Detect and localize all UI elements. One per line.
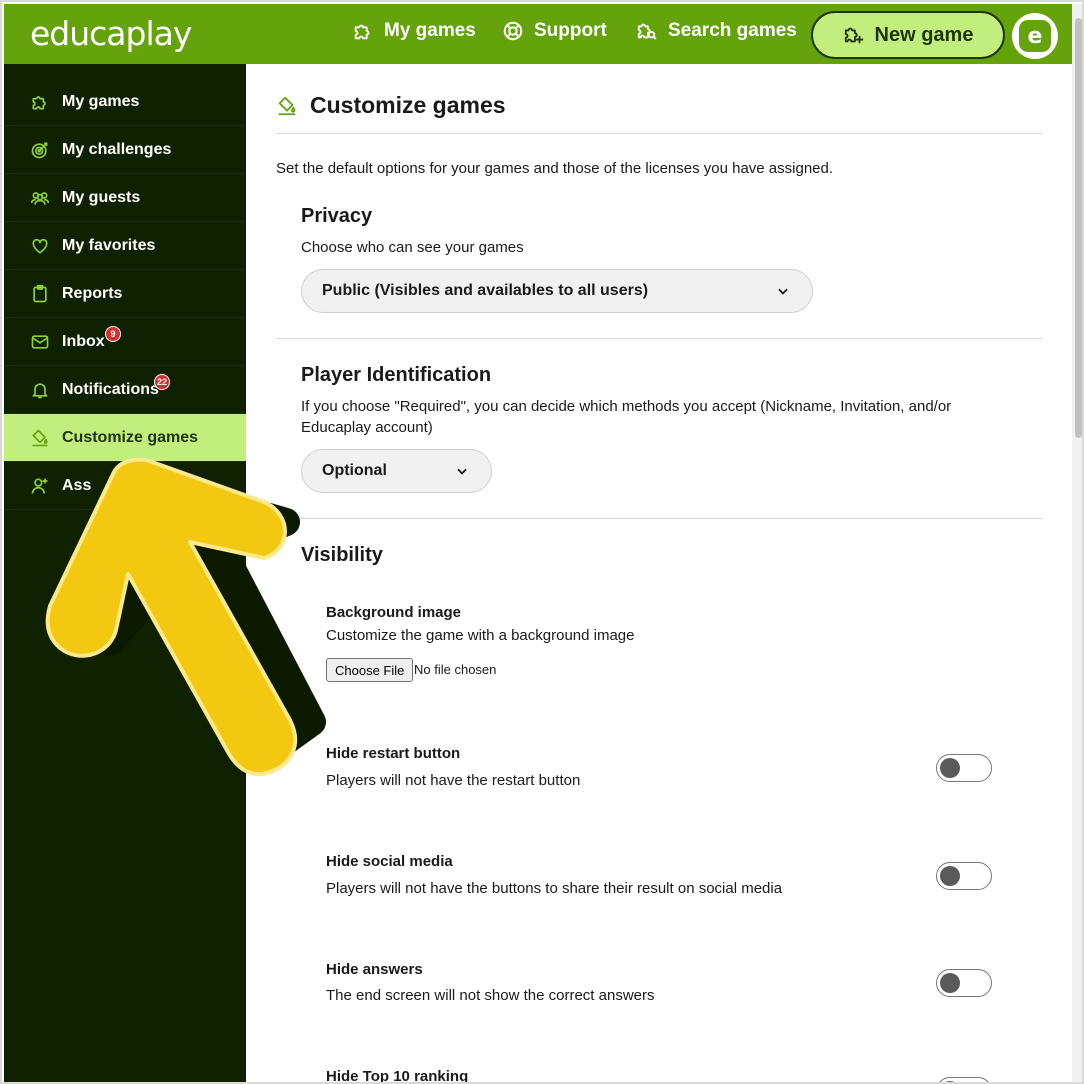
clipboard-icon xyxy=(33,284,47,302)
scrollbar-thumb[interactable] xyxy=(1075,18,1082,438)
toggle-knob xyxy=(940,758,960,778)
sidebar-item-label: Notifications xyxy=(62,380,159,398)
search-puzzle-icon xyxy=(637,23,657,40)
sidebar-item-customize-games[interactable]: Customize games xyxy=(4,414,246,462)
sidebar-item-label: My guests xyxy=(62,188,141,206)
nav-search-games-label: Search games xyxy=(668,20,797,41)
sidebar: My games My challenges My guests My favo… xyxy=(4,64,246,1082)
sidebar-item-my-guests[interactable]: My guests xyxy=(4,174,246,222)
player-identification-heading: Player Identification xyxy=(301,364,492,386)
sidebar-item-assign[interactable]: Ass xyxy=(4,462,246,510)
visibility-heading: Visibility xyxy=(301,544,383,566)
new-game-label: New game xyxy=(874,23,974,46)
mail-icon xyxy=(31,334,49,349)
paint-bucket-icon xyxy=(32,429,48,446)
notifications-badge: 22 xyxy=(154,374,170,390)
player-identification-description-line2: Educaplay account) xyxy=(301,419,433,436)
sidebar-item-label: My challenges xyxy=(62,140,172,158)
privacy-heading: Privacy xyxy=(301,205,373,227)
player-identification-description-line1: If you choose "Required", you can decide… xyxy=(301,398,952,415)
page-title-text: Customize games xyxy=(310,92,506,118)
background-image-description: Customize the game with a background ima… xyxy=(326,627,635,644)
hide-answers-description: The end screen will not show the correct… xyxy=(326,987,655,1004)
hide-restart-title: Hide restart button xyxy=(326,745,461,762)
page-title: Customize games xyxy=(276,92,506,119)
intro-text: Set the default options for your games a… xyxy=(276,160,834,177)
file-status-text: No file chosen xyxy=(414,662,497,677)
chevron-down-icon xyxy=(778,288,788,295)
sidebar-item-label: Reports xyxy=(62,284,123,302)
puzzle-icon xyxy=(354,24,370,40)
sidebar-item-notifications[interactable]: Notifications 22 xyxy=(4,366,246,414)
main-content: Customize games Set the default options … xyxy=(246,64,1072,1084)
bell-icon xyxy=(32,382,48,398)
new-game-button[interactable]: New game xyxy=(811,11,1005,59)
sidebar-item-my-challenges[interactable]: My challenges xyxy=(4,126,246,174)
sidebar-item-my-games[interactable]: My games xyxy=(4,78,246,126)
sidebar-item-label: Inbox xyxy=(62,332,105,350)
sidebar-item-label: My games xyxy=(62,92,140,110)
nav-my-games-label: My games xyxy=(384,20,476,41)
hide-social-media-title: Hide social media xyxy=(326,853,453,870)
paint-bucket-icon xyxy=(278,96,296,115)
background-image-title: Background image xyxy=(326,604,462,621)
add-puzzle-icon xyxy=(844,27,863,44)
hide-answers-title: Hide answers xyxy=(326,961,423,978)
nav-my-games[interactable]: My games xyxy=(352,20,476,42)
hide-top10-toggle[interactable] xyxy=(936,1077,992,1082)
add-user-icon xyxy=(31,478,48,494)
puzzle-icon xyxy=(32,95,46,109)
hide-top10-title: Hide Top 10 ranking xyxy=(326,1068,469,1084)
app-window: educaplay My games Support Search games … xyxy=(0,0,1084,1084)
hide-social-media-toggle[interactable] xyxy=(936,862,992,890)
sidebar-item-reports[interactable]: Reports xyxy=(4,270,246,318)
privacy-select[interactable]: Public (Visibles and availables to all u… xyxy=(301,269,813,313)
nav-search-games[interactable]: Search games xyxy=(636,20,797,42)
privacy-select-value: Public (Visibles and availables to all u… xyxy=(322,282,649,299)
player-identification-select-value: Optional xyxy=(322,462,387,479)
sidebar-item-label: Ass xyxy=(62,476,92,494)
inbox-badge: 9 xyxy=(105,326,121,342)
educaplay-logo[interactable]: educaplay xyxy=(30,14,192,53)
divider xyxy=(276,133,1042,134)
privacy-description: Choose who can see your games xyxy=(301,239,524,256)
divider xyxy=(276,518,1042,519)
top-navbar: educaplay My games Support Search games … xyxy=(4,4,1072,64)
avatar-letter: e xyxy=(1019,20,1051,52)
player-identification-select[interactable]: Optional xyxy=(301,449,492,493)
nav-support-label: Support xyxy=(534,20,607,41)
target-icon xyxy=(31,142,48,158)
toggle-knob xyxy=(940,866,960,886)
heart-icon xyxy=(32,238,48,253)
sidebar-item-inbox[interactable]: Inbox 9 xyxy=(4,318,246,366)
sidebar-item-my-favorites[interactable]: My favorites xyxy=(4,222,246,270)
hide-answers-toggle[interactable] xyxy=(936,969,992,997)
hide-social-media-description: Players will not have the buttons to sha… xyxy=(326,880,783,897)
vertical-scrollbar[interactable] xyxy=(1072,4,1082,1082)
hide-restart-description: Players will not have the restart button xyxy=(326,772,581,789)
toggle-knob xyxy=(940,973,960,993)
divider xyxy=(276,338,1042,339)
sidebar-item-label: Customize games xyxy=(62,428,199,446)
sidebar-item-label: My favorites xyxy=(62,236,156,254)
hide-restart-toggle[interactable] xyxy=(936,754,992,782)
lifebuoy-icon xyxy=(503,21,523,41)
nav-support[interactable]: Support xyxy=(502,20,607,42)
choose-file-button[interactable]: Choose File xyxy=(326,658,414,682)
group-icon xyxy=(30,191,50,205)
user-avatar[interactable]: e xyxy=(1012,13,1058,59)
chevron-down-icon xyxy=(457,468,467,475)
